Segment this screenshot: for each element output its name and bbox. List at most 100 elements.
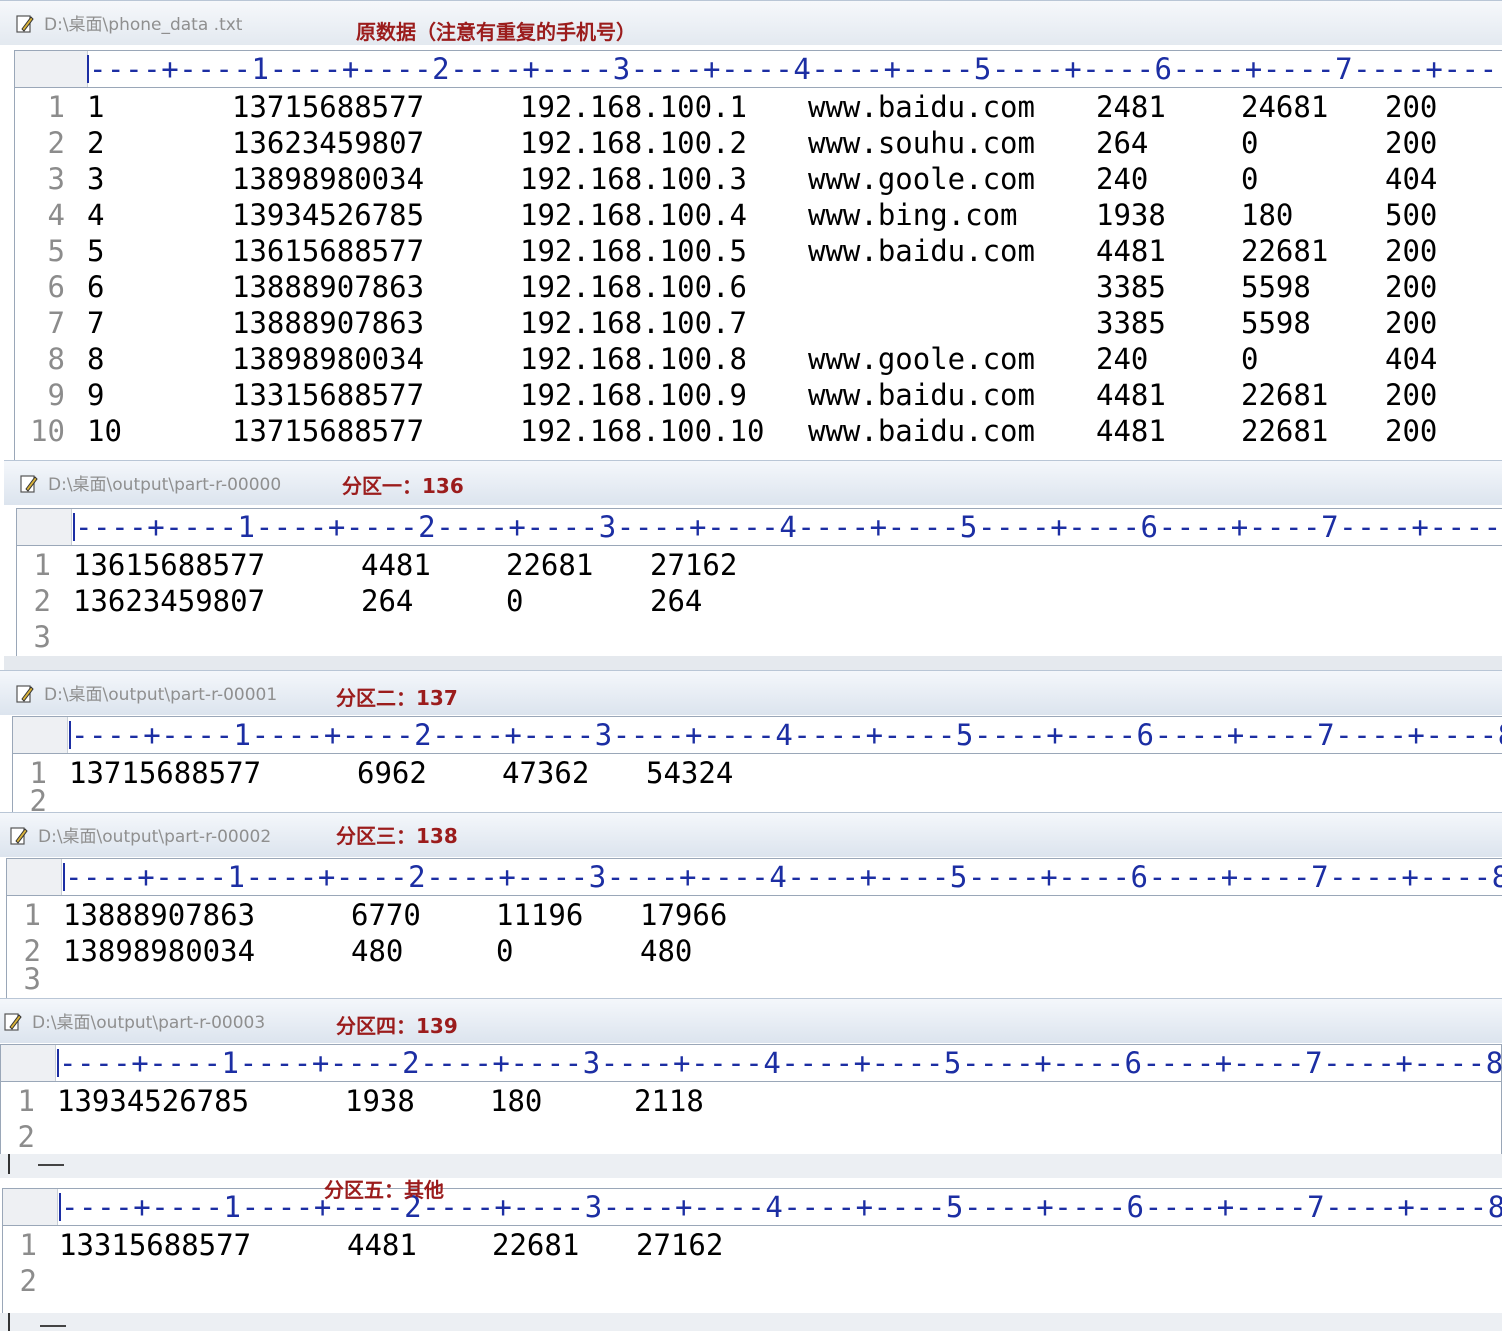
annotation-label: 分区二：137	[336, 686, 458, 710]
window-titlebar: D:\桌面\output\part-r-00002	[0, 812, 1502, 857]
ruler-corner	[13, 717, 68, 753]
line-number: 7	[47, 306, 65, 340]
cell-status: 404	[1385, 342, 1438, 376]
cell-domain: www.goole.com	[808, 162, 1035, 196]
cell-ip: 192.168.100.10	[520, 414, 765, 448]
column-ruler: ----+----1----+----2----+----3----+----4…	[1, 1045, 1502, 1082]
cell-phone: 13315688577	[59, 1228, 252, 1262]
cell-id: 5	[87, 234, 105, 268]
caret-mark	[8, 1313, 10, 1331]
text-area[interactable]: ----+----1----+----2----+----3----+----4…	[12, 716, 1502, 812]
cell-phone: 13623459807	[73, 584, 266, 618]
file-path: D:\桌面\output\part-r-00000	[48, 475, 282, 495]
annotation-label: 分区五：其他	[324, 1178, 444, 1202]
cell-domain: www.bing.com	[808, 198, 1018, 232]
cell-domain: www.souhu.com	[808, 126, 1035, 160]
cell-phone: 13934526785	[232, 198, 425, 232]
cell-down: 0	[506, 584, 524, 618]
line-number: 2	[19, 1264, 37, 1298]
status-strip	[0, 1154, 1502, 1178]
line-number: 4	[47, 198, 65, 232]
cell-sum: 54324	[646, 756, 734, 790]
ruler-text: ----+----1----+----2----+----3----+----4…	[75, 510, 1502, 544]
cell-down: 5598	[1241, 306, 1311, 340]
cell-status: 200	[1385, 270, 1438, 304]
cell-id: 7	[87, 306, 105, 340]
cell-down: 180	[1241, 198, 1294, 232]
ruler-corner	[3, 1189, 58, 1225]
editor-panel-phone-data: D:\桌面\phone_data .txt 原数据（注意有重复的手机号） ---…	[0, 0, 1502, 460]
window-titlebar: D:\桌面\output\part-r-00003	[0, 998, 1502, 1043]
cell-status: 200	[1385, 306, 1438, 340]
cell-up: 2481	[1096, 90, 1166, 124]
cell-domain: www.baidu.com	[808, 414, 1035, 448]
cell-down: 22681	[1241, 414, 1329, 448]
notepad-icon	[10, 827, 28, 845]
cell-status: 500	[1385, 198, 1438, 232]
cell-up: 4481	[361, 548, 431, 582]
cell-domain: www.baidu.com	[808, 378, 1035, 412]
column-ruler: ----+----1----+----2----+----3----+----4…	[15, 51, 1502, 88]
column-ruler: ----+----1----+----2----+----3----+----4…	[7, 859, 1502, 896]
cell-sum: 264	[650, 584, 703, 618]
ruler-text: ----+----1----+----2----+----3----+----4…	[65, 860, 1502, 894]
ruler-text: ----+----1----+----2----+----3----+----4…	[61, 1190, 1502, 1224]
cell-up: 4481	[1096, 414, 1166, 448]
text-area[interactable]: ----+----1----+----2----+----3----+----4…	[0, 1044, 1502, 1156]
ruler-corner	[15, 51, 88, 87]
text-area[interactable]: ----+----1----+----2----+----3----+----4…	[16, 508, 1502, 670]
annotation-label: 分区四：139	[336, 1014, 458, 1038]
cell-up: 4481	[1096, 378, 1166, 412]
cell-status: 404	[1385, 162, 1438, 196]
editor-panel-part-00002: D:\桌面\output\part-r-00002 分区三：138 ----+-…	[0, 812, 1502, 998]
cell-up: 240	[1096, 162, 1149, 196]
cell-phone: 13715688577	[69, 756, 262, 790]
window-titlebar: D:\桌面\output\part-r-00001	[0, 670, 1502, 715]
status-strip	[0, 1313, 1502, 1331]
status-dash	[40, 1325, 66, 1327]
cell-id: 10	[87, 414, 122, 448]
column-ruler: ----+----1----+----2----+----3----+----4…	[3, 1189, 1502, 1226]
cell-down: 0	[1241, 342, 1259, 376]
cell-ip: 192.168.100.7	[520, 306, 747, 340]
ruler-text: ----+----1----+----2----+----3----+----4…	[71, 718, 1502, 752]
cell-up: 240	[1096, 342, 1149, 376]
cell-down: 47362	[502, 756, 590, 790]
cell-phone: 13715688577	[232, 414, 425, 448]
cell-sum: 480	[640, 934, 693, 968]
text-area[interactable]: ----+----1----+----2----+----3----+----4…	[2, 1188, 1502, 1315]
cell-down: 22681	[1241, 234, 1329, 268]
cell-id: 1	[87, 90, 105, 124]
cell-down: 24681	[1241, 90, 1329, 124]
line-number: 1	[17, 1084, 35, 1118]
cell-down: 180	[490, 1084, 543, 1118]
cell-status: 200	[1385, 378, 1438, 412]
cell-id: 6	[87, 270, 105, 304]
cell-ip: 192.168.100.1	[520, 90, 747, 124]
text-area[interactable]: ----+----1----+----2----+----3----+----4…	[14, 50, 1502, 460]
line-number: 8	[47, 342, 65, 376]
cell-id: 2	[87, 126, 105, 160]
ruler-text: ----+----1----+----2----+----3----+----4…	[89, 52, 1502, 86]
file-path: D:\桌面\output\part-r-00002	[38, 827, 272, 847]
cell-phone: 13623459807	[232, 126, 425, 160]
cell-up: 264	[361, 584, 414, 618]
line-number: 10	[30, 414, 65, 448]
line-number: 1	[19, 1228, 37, 1262]
status-strip	[4, 656, 1502, 670]
window-titlebar: D:\桌面\output\part-r-00000	[4, 460, 1502, 505]
text-area[interactable]: ----+----1----+----2----+----3----+----4…	[6, 858, 1502, 998]
line-number: 3	[33, 620, 51, 654]
cell-up: 6962	[357, 756, 427, 790]
ruler-corner	[7, 859, 62, 895]
caret-mark	[8, 1154, 10, 1174]
cell-id: 4	[87, 198, 105, 232]
cell-up: 4481	[1096, 234, 1166, 268]
cell-down: 5598	[1241, 270, 1311, 304]
cell-up: 1938	[345, 1084, 415, 1118]
cell-phone: 13934526785	[57, 1084, 250, 1118]
cell-ip: 192.168.100.3	[520, 162, 747, 196]
cell-domain: www.baidu.com	[808, 90, 1035, 124]
line-number: 2	[17, 1120, 35, 1154]
cell-phone: 13898980034	[232, 162, 425, 196]
